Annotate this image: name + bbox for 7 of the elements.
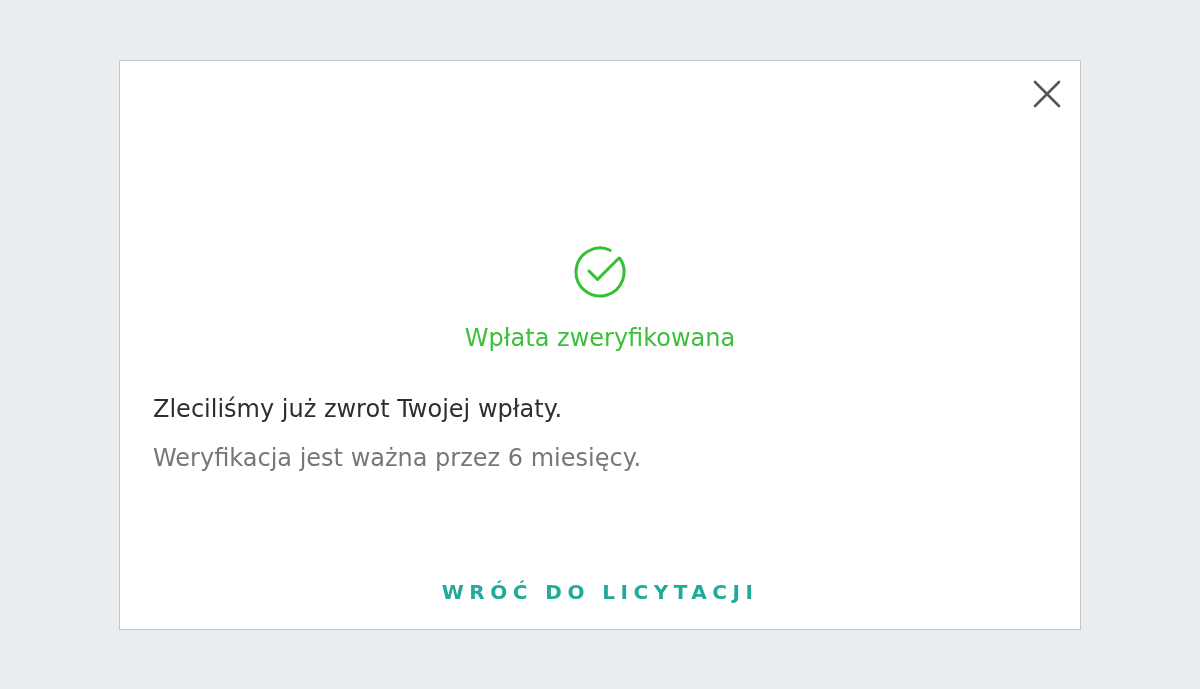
back-button[interactable]: WRÓĆ DO LICYTACJI	[429, 569, 771, 615]
validity-note: Weryfikacja jest ważna przez 6 miesięcy.	[153, 444, 642, 472]
close-icon	[1033, 80, 1061, 108]
status-title: Wpłata zweryfikowana	[464, 323, 736, 353]
check-circle-icon	[573, 245, 627, 299]
close-button[interactable]	[1031, 78, 1063, 110]
refund-message: Zleciliśmy już zwrot Twojej wpłaty.	[153, 395, 563, 423]
